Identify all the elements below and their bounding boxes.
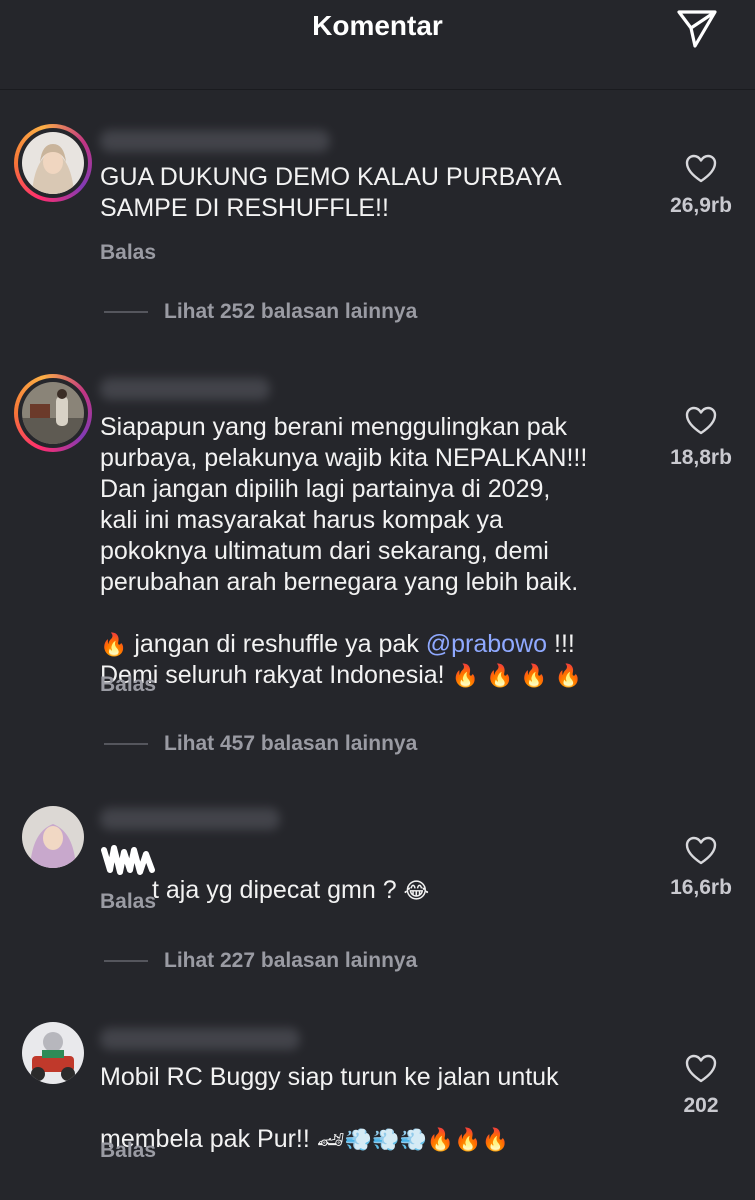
divider — [104, 743, 148, 745]
like-count: 202 — [683, 1094, 719, 1117]
like-button[interactable]: 16,6rb — [656, 836, 746, 900]
comment-text-fragment: t aja yg dipecat gmn ? — [152, 876, 404, 904]
like-count: 18,8rb — [670, 446, 732, 469]
redaction-scribble — [100, 842, 160, 876]
page-title: Komentar — [312, 10, 443, 41]
heart-icon — [685, 1054, 717, 1083]
reply-button[interactable]: Balas — [100, 241, 156, 265]
emoji-row: 🏎💨💨💨🔥🔥🔥 — [316, 1128, 510, 1153]
comment-text: GUA DUKUNG DEMO KALAU PURBAYA SAMPE DI R… — [100, 163, 562, 222]
heart-icon — [685, 836, 717, 865]
username-redacted — [100, 808, 280, 830]
comment-text-line: membela pak Pur!! 🏎💨💨💨🔥🔥🔥 — [100, 1093, 660, 1156]
username-redacted — [100, 378, 270, 400]
fire-emoji-row: 🔥 🔥 🔥 🔥 — [451, 664, 583, 689]
like-button[interactable]: 26,9rb — [656, 154, 746, 218]
view-more-replies-label: Lihat 457 balasan lainnya — [164, 732, 418, 755]
view-more-replies[interactable]: Lihat 252 balasan lainnya — [104, 300, 417, 324]
comment-text: Mobil RC Buggy siap turun ke jalan untuk — [100, 1063, 559, 1091]
username-redacted — [100, 130, 330, 152]
username-redacted — [100, 1028, 300, 1050]
like-count: 26,9rb — [670, 194, 732, 217]
divider — [104, 960, 148, 962]
view-more-replies-label: Lihat 227 balasan lainnya — [164, 949, 418, 972]
laughing-emoji: 😂 — [403, 879, 430, 904]
heart-icon — [685, 406, 717, 435]
view-more-replies[interactable]: Lihat 457 balasan lainnya — [104, 732, 417, 756]
view-more-replies-label: Lihat 252 balasan lainnya — [164, 300, 418, 323]
view-more-replies[interactable]: Lihat 227 balasan lainnya — [104, 949, 417, 973]
like-button[interactable]: 202 — [656, 1054, 746, 1118]
header-bar: Komentar — [0, 0, 755, 90]
avatar[interactable] — [22, 1022, 84, 1084]
reply-button[interactable]: Balas — [100, 673, 156, 697]
reply-button[interactable]: Balas — [100, 1139, 156, 1163]
reply-button[interactable]: Balas — [100, 890, 156, 914]
avatar[interactable] — [14, 374, 92, 452]
send-icon[interactable] — [674, 6, 720, 52]
like-count: 16,6rb — [670, 876, 732, 899]
like-button[interactable]: 18,8rb — [656, 406, 746, 470]
avatar[interactable] — [22, 806, 84, 868]
comment-text-line: Demi seluruh rakyat Indonesia! 🔥 🔥 🔥 🔥 — [100, 629, 660, 692]
divider — [104, 311, 148, 313]
comment-text: Siapapun yang berani menggulingkan pak p… — [100, 413, 588, 596]
avatar[interactable] — [14, 124, 92, 202]
heart-icon — [685, 154, 717, 183]
comment-text: t aja yg dipecat gmn ? 😂 — [152, 844, 652, 907]
